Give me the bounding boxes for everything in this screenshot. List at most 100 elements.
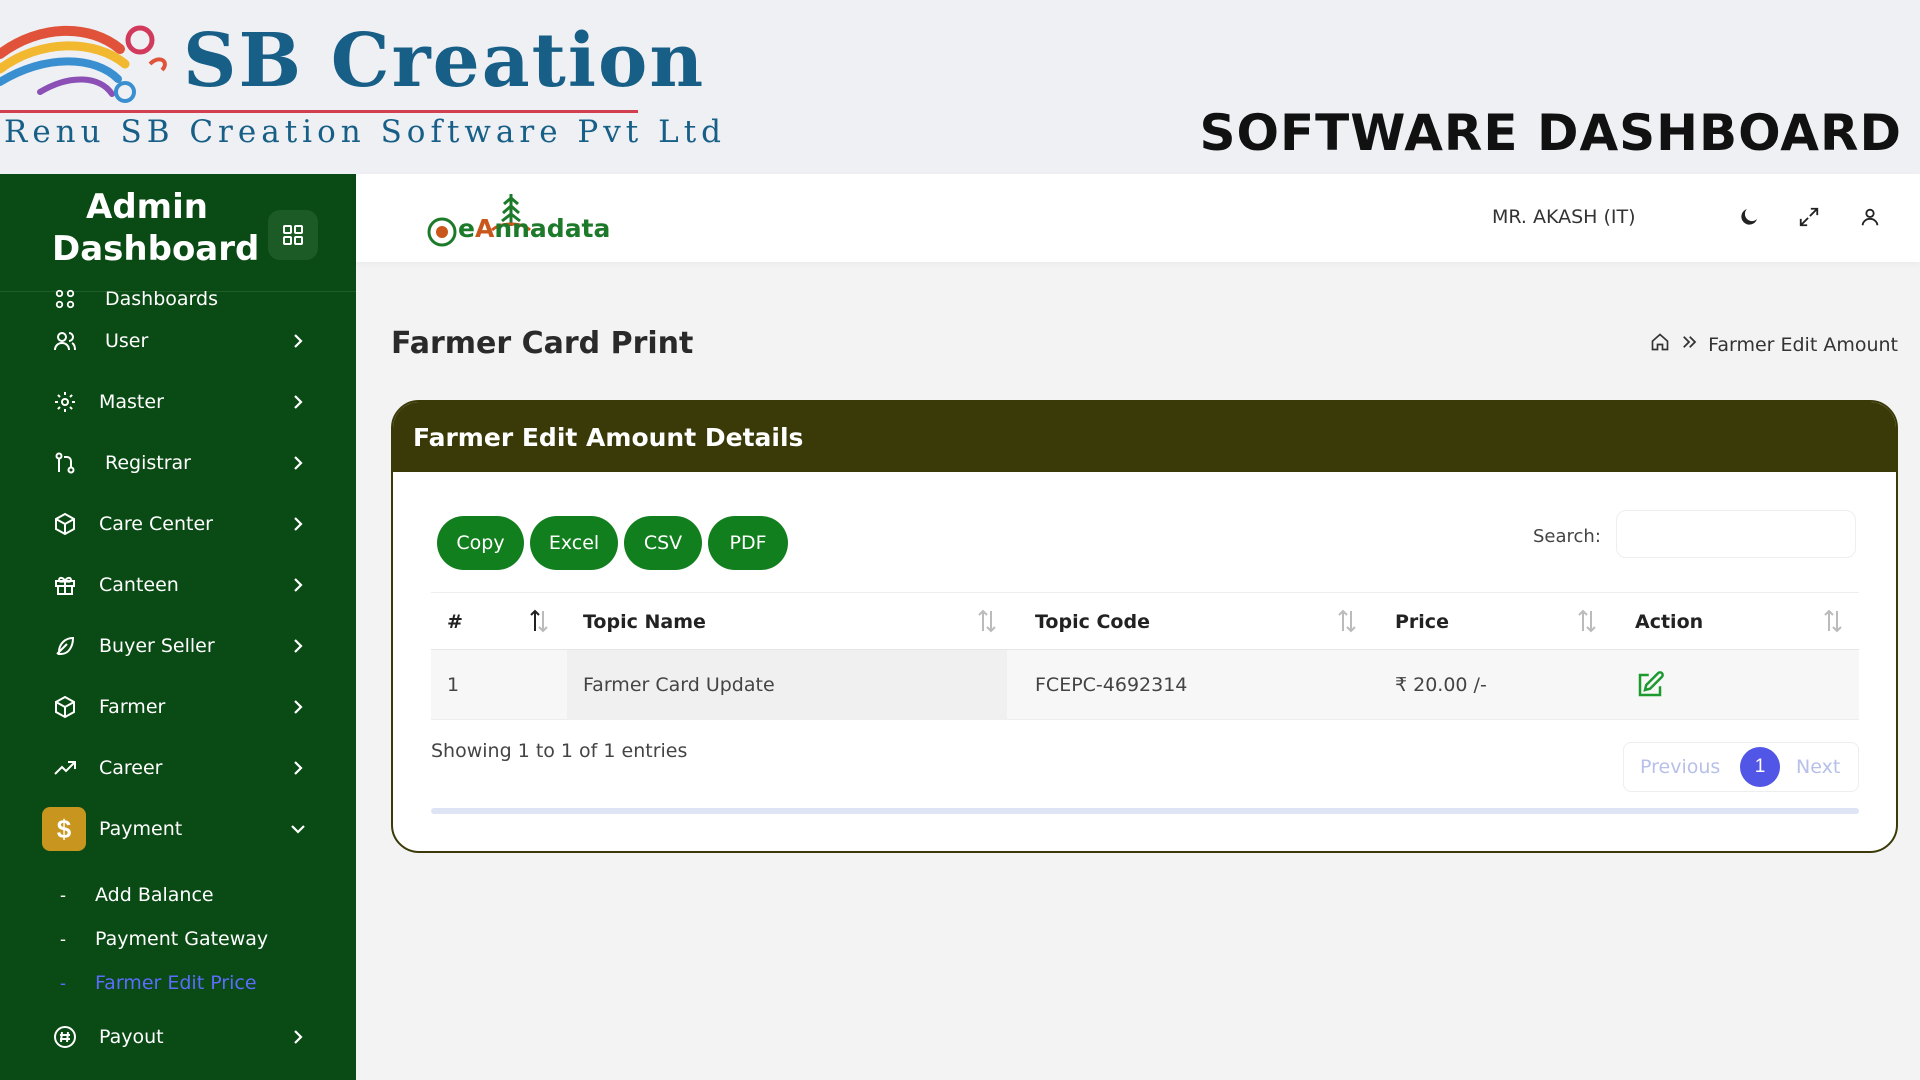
- sidebar-item-career[interactable]: Career: [0, 743, 356, 793]
- sidebar-title-line2: Dashboard: [52, 229, 260, 269]
- breadcrumb: Farmer Edit Amount: [1650, 332, 1898, 357]
- column-header-topic-code[interactable]: Topic Code: [1035, 593, 1150, 651]
- card-header: Farmer Edit Amount Details: [393, 402, 1896, 472]
- banner: SB Creation Renu SB Creation Software Pv…: [0, 0, 1920, 174]
- moon-icon: [1741, 209, 1757, 225]
- chevron-right-icon: [288, 697, 308, 717]
- hash-circle-icon: [52, 1024, 78, 1050]
- pagination: Previous 1 Next: [1623, 742, 1859, 792]
- sidebar-item-label: Career: [99, 757, 163, 779]
- sidebar: Admin Dashboard Dashboards User Master R…: [0, 174, 356, 1080]
- expand-icon: [1799, 207, 1819, 227]
- copy-button[interactable]: Copy: [437, 516, 524, 570]
- column-header-topic-name[interactable]: Topic Name: [583, 593, 706, 651]
- sidebar-item-label: Buyer Seller: [99, 635, 215, 657]
- table-header: # Topic Name Topic Code Price Action: [431, 592, 1859, 650]
- sidebar-item-payout[interactable]: Payout: [0, 1012, 356, 1062]
- column-header-price[interactable]: Price: [1395, 593, 1449, 651]
- sort-icon[interactable]: [1575, 607, 1599, 635]
- details-card: Farmer Edit Amount Details Copy Excel CS…: [391, 400, 1898, 853]
- entries-info: Showing 1 to 1 of 1 entries: [431, 740, 688, 762]
- sidebar-subitem-add-balance[interactable]: - Add Balance: [0, 875, 356, 915]
- chevron-right-icon: [288, 392, 308, 412]
- chevrons-right-icon: [1680, 333, 1698, 356]
- sort-icon[interactable]: [1821, 607, 1845, 635]
- cell-price: ₹ 20.00 /-: [1395, 674, 1487, 696]
- sidebar-item-label: Registrar: [105, 452, 191, 474]
- sub-item-dash: -: [60, 928, 66, 949]
- pdf-button[interactable]: PDF: [708, 516, 788, 570]
- sidebar-item-label: Dashboards: [105, 288, 218, 310]
- sidebar-item-care-center[interactable]: Care Center: [0, 499, 356, 549]
- chevron-right-icon: [288, 514, 308, 534]
- sidebar-item-label: Farmer: [99, 696, 166, 718]
- sidebar-subitem-payment-gateway[interactable]: - Payment Gateway: [0, 919, 356, 959]
- dollar-icon: $: [42, 807, 86, 851]
- sidebar-item-registrar[interactable]: Registrar: [0, 438, 356, 488]
- chevron-right-icon: [288, 1027, 308, 1047]
- dark-mode-toggle[interactable]: [1734, 202, 1764, 232]
- sidebar-title: Admin Dashboard: [52, 186, 260, 270]
- sidebar-item-user[interactable]: User: [0, 316, 356, 366]
- csv-button[interactable]: CSV: [624, 516, 702, 570]
- sidebar-item-master[interactable]: Master: [0, 377, 356, 427]
- sidebar-subitem-farmer-edit-price[interactable]: - Farmer Edit Price: [0, 963, 356, 1003]
- card-title: Farmer Edit Amount Details: [413, 422, 804, 452]
- sidebar-item-payment[interactable]: $ Payment: [0, 804, 356, 854]
- sort-icon[interactable]: [975, 607, 999, 635]
- edit-icon: [1638, 671, 1664, 697]
- sidebar-item-label: Payout: [99, 1026, 164, 1048]
- amount-table: # Topic Name Topic Code Price Action 1 F…: [431, 592, 1859, 720]
- sidebar-item-label: Care Center: [99, 513, 213, 535]
- gear-icon: [52, 389, 78, 415]
- page-1-button[interactable]: 1: [1740, 747, 1780, 787]
- search-input[interactable]: [1616, 510, 1856, 558]
- user-name[interactable]: MR. AKASH (IT): [1492, 206, 1636, 228]
- sidebar-item-label: Master: [99, 391, 164, 413]
- logo-rest: nnadata: [494, 214, 611, 243]
- table-row: 1 Farmer Card Update FCEPC-4692314 ₹ 20.…: [431, 650, 1859, 720]
- trending-up-icon: [52, 755, 78, 781]
- sidebar-item-buyer-seller[interactable]: Buyer Seller: [0, 621, 356, 671]
- excel-button[interactable]: Excel: [530, 516, 618, 570]
- chevron-right-icon: [288, 758, 308, 778]
- company-tagline: Renu SB Creation Software Pvt Ltd: [4, 114, 727, 150]
- sub-item-label: Add Balance: [95, 884, 214, 906]
- app-logo-text: eAnnadata: [458, 214, 610, 243]
- column-header-action[interactable]: Action: [1635, 593, 1703, 651]
- sidebar-item-farmer[interactable]: Farmer: [0, 682, 356, 732]
- grid-icon: [283, 225, 303, 245]
- logo-e: e: [458, 214, 475, 243]
- home-icon[interactable]: [1650, 332, 1670, 357]
- company-logo-swirl: [0, 25, 167, 103]
- sidebar-item-label: User: [105, 330, 149, 352]
- column-header-number[interactable]: #: [447, 593, 463, 651]
- git-branch-icon: [52, 450, 78, 476]
- sub-item-dash: -: [60, 972, 66, 993]
- next-page-button[interactable]: Next: [1796, 756, 1840, 778]
- software-dashboard-headline: SOFTWARE DASHBOARD: [1199, 104, 1902, 162]
- edit-button[interactable]: [1635, 650, 1665, 720]
- sidebar-toggle-button[interactable]: [268, 210, 318, 260]
- sort-icon[interactable]: [527, 607, 551, 635]
- sort-icon[interactable]: [1335, 607, 1359, 635]
- chevron-right-icon: [288, 453, 308, 473]
- cell-number: 1: [447, 674, 460, 696]
- breadcrumb-current: Farmer Edit Amount: [1708, 333, 1898, 356]
- chevron-down-icon: [288, 819, 308, 839]
- gift-icon: [52, 572, 78, 598]
- sidebar-title-line1: Admin: [86, 187, 208, 227]
- sub-item-dash: -: [60, 884, 66, 905]
- sidebar-item-label: Canteen: [99, 574, 179, 596]
- page-title: Farmer Card Print: [391, 326, 694, 361]
- box-icon: [52, 694, 78, 720]
- sidebar-item-label: Payment: [99, 818, 183, 840]
- fullscreen-button[interactable]: [1794, 202, 1824, 232]
- previous-page-button[interactable]: Previous: [1640, 756, 1720, 778]
- user-icon: [52, 328, 78, 354]
- profile-button[interactable]: [1855, 202, 1885, 232]
- sidebar-item-canteen[interactable]: Canteen: [0, 560, 356, 610]
- sub-item-label: Farmer Edit Price: [95, 972, 257, 994]
- horizontal-scrollbar[interactable]: [431, 808, 1859, 814]
- export-buttons: Copy Excel CSV PDF: [437, 516, 788, 570]
